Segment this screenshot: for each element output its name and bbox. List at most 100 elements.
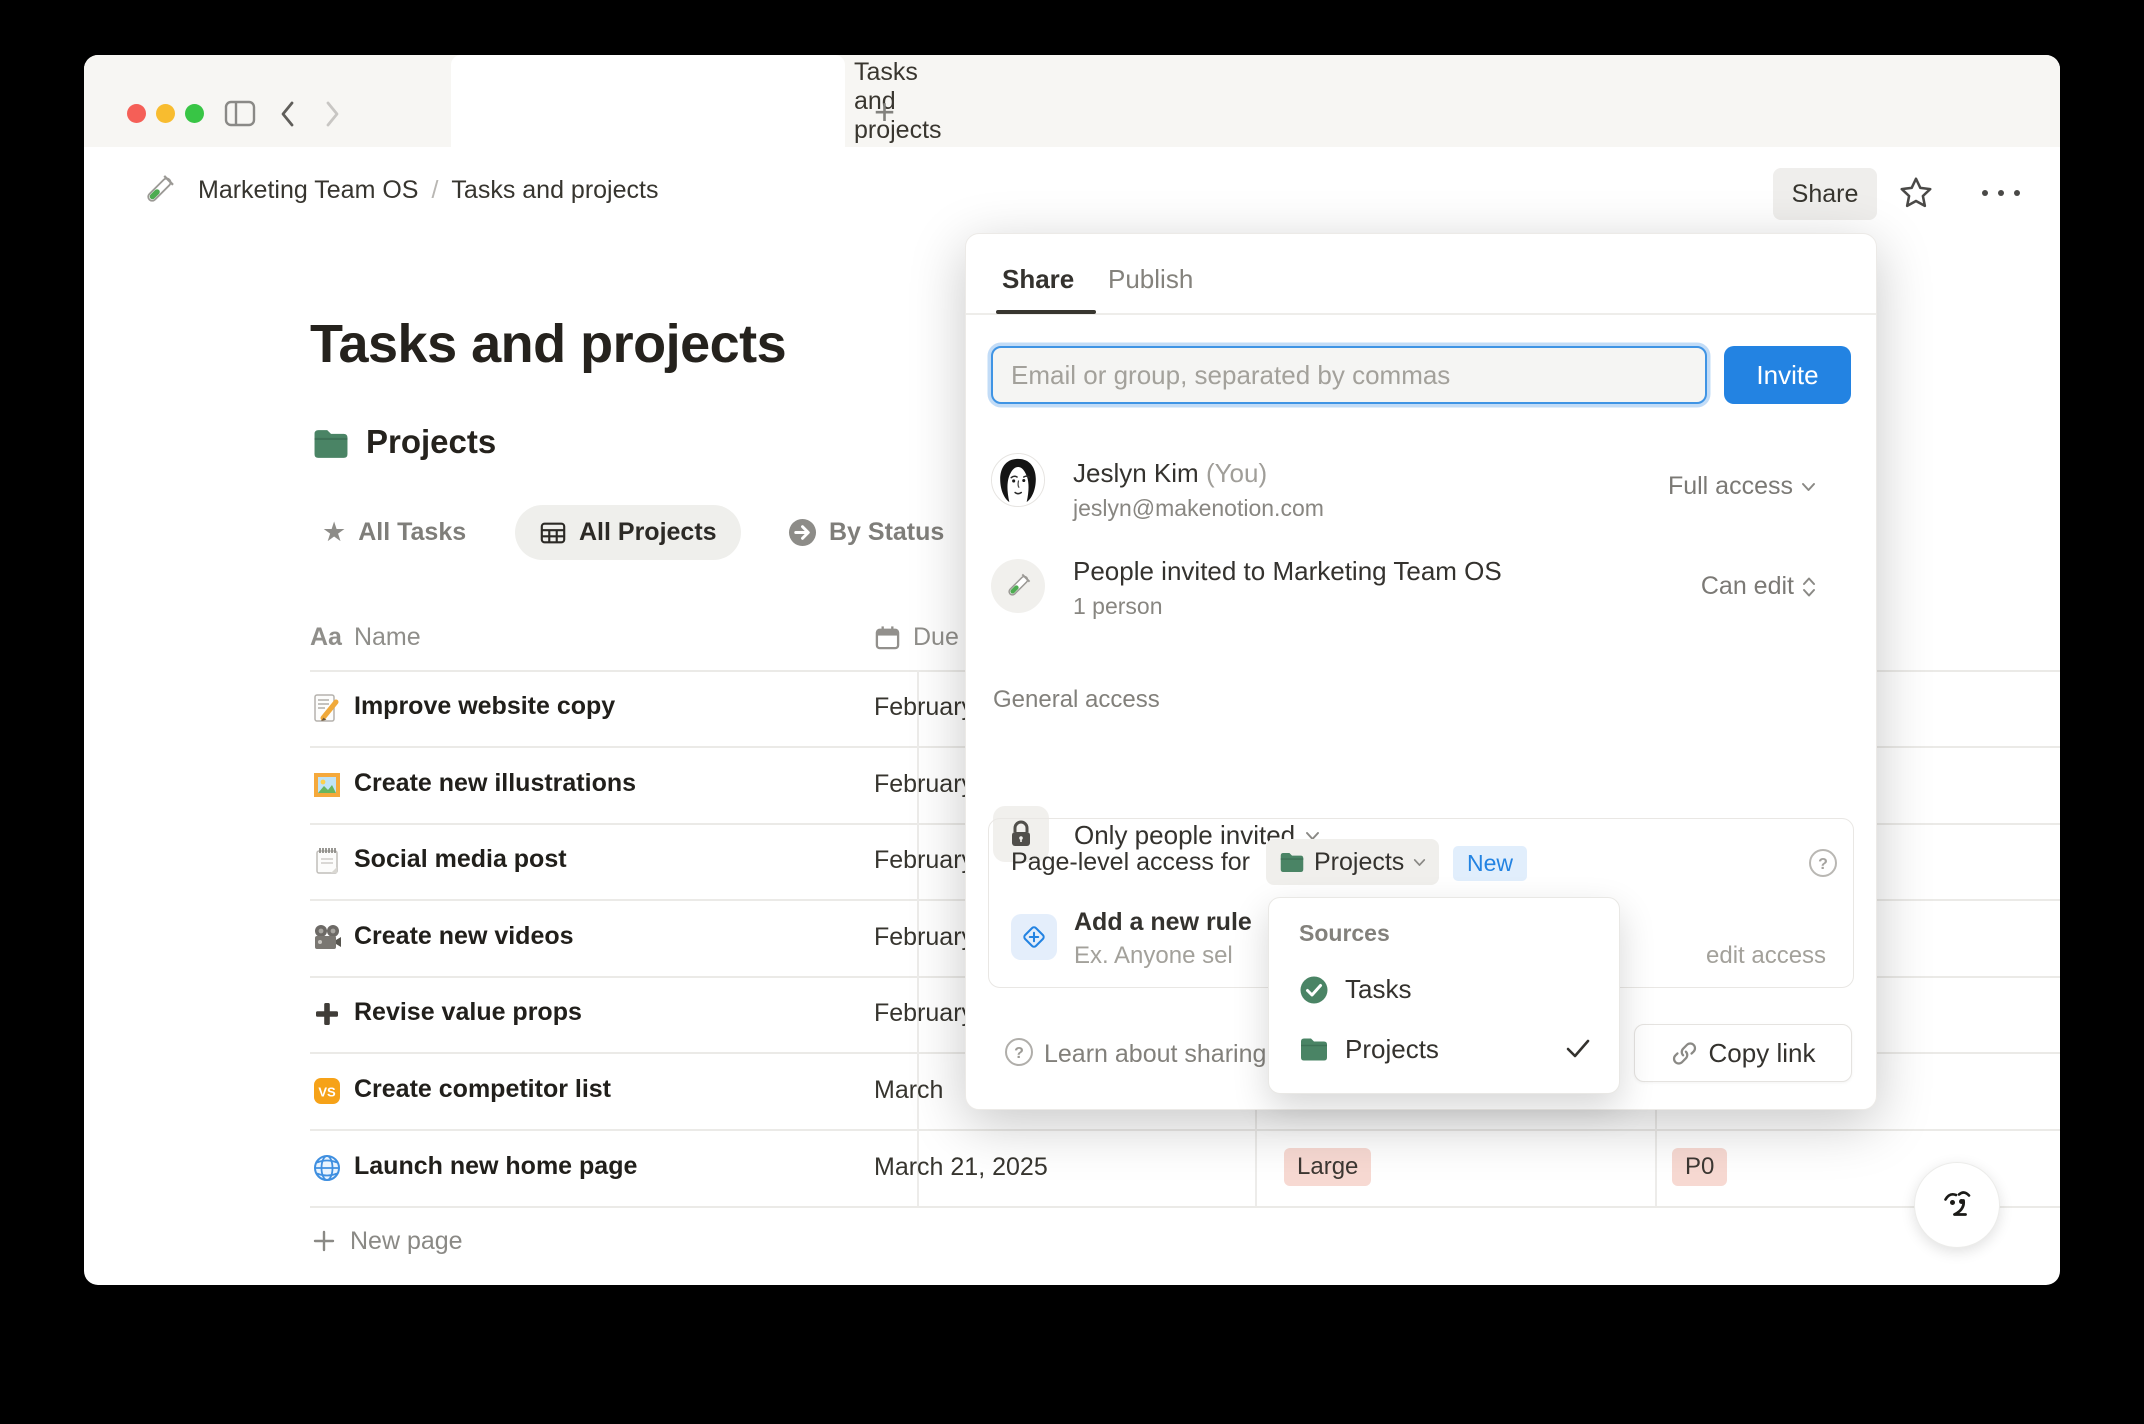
row-title: Create new videos	[354, 922, 574, 950]
breadcrumb-separator: /	[431, 175, 439, 204]
svg-text:?: ?	[1818, 856, 1828, 873]
add-rule-title[interactable]: Add a new rule	[1074, 908, 1252, 937]
row-due-date: February	[874, 770, 975, 798]
link-icon	[1672, 1041, 1696, 1065]
page-title: Tasks and projects	[310, 314, 787, 374]
add-rule-tile	[1011, 914, 1057, 960]
invite-button[interactable]: Invite	[1724, 346, 1851, 404]
tab-publish[interactable]: Publish	[1108, 264, 1193, 295]
minimize-window-button[interactable]	[156, 104, 175, 123]
breadcrumb-workspace[interactable]: Marketing Team OS	[198, 176, 418, 205]
help-icon[interactable]: ?	[1808, 848, 1838, 878]
view-tab-all-tasks[interactable]: ★ All Tasks	[322, 507, 466, 557]
row-due-date: February	[874, 693, 975, 721]
invite-email-field-wrap	[991, 346, 1707, 404]
memo-icon	[314, 694, 339, 722]
general-access-label: General access	[993, 686, 1160, 713]
movie-camera-icon	[315, 925, 341, 949]
row-due-date: February	[874, 999, 975, 1027]
star-icon: ★	[322, 516, 347, 547]
chevrons-up-down-icon	[1803, 577, 1815, 596]
more-options-icon[interactable]	[1982, 190, 2020, 196]
person-email: jeslyn@makenotion.com	[1073, 495, 1324, 521]
row-divider	[310, 1206, 2060, 1208]
notepad-icon	[316, 848, 338, 874]
back-icon[interactable]	[278, 99, 298, 129]
active-tab-underline	[996, 310, 1096, 314]
new-tab-button[interactable]: +	[874, 91, 895, 133]
sources-menu-title: Sources	[1299, 920, 1390, 946]
row-title: Create competitor list	[354, 1075, 612, 1103]
learn-about-sharing-link[interactable]: Learn about sharing	[1044, 1040, 1266, 1069]
view-tab-label: All Projects	[579, 518, 717, 546]
row-title: Revise value props	[354, 998, 582, 1026]
view-tab-by-status[interactable]: By Status	[788, 507, 944, 557]
source-selector-dropdown[interactable]: Projects	[1266, 839, 1440, 885]
copy-link-button[interactable]: Copy link	[1634, 1024, 1852, 1082]
section-title: Projects	[366, 423, 497, 460]
menu-item-tasks[interactable]: Tasks	[1299, 974, 1411, 1005]
size-badge[interactable]: Large	[1284, 1148, 1372, 1186]
tab-share[interactable]: Share	[1002, 264, 1074, 295]
svg-text:VS: VS	[318, 1085, 336, 1100]
arrow-circle-icon	[788, 518, 817, 546]
diamond-plus-icon	[1023, 926, 1045, 948]
globe-icon	[314, 1155, 340, 1181]
column-header-due[interactable]: Due	[874, 615, 959, 659]
folder-icon	[314, 430, 348, 458]
folder-icon	[1280, 852, 1304, 872]
workspace-avatar	[991, 559, 1045, 613]
avatar	[991, 453, 1045, 507]
calendar-icon	[875, 625, 900, 649]
row-due-date: March	[874, 1076, 944, 1104]
svg-text:?: ?	[1014, 1045, 1024, 1062]
column-header-name[interactable]: Aa Name	[310, 615, 421, 659]
person-name-line: Jeslyn Kim (You)	[1073, 458, 1267, 489]
group-count: 1 person	[1073, 593, 1163, 619]
row-due-date: February	[874, 846, 975, 874]
breadcrumb: Marketing Team OS / Tasks and projects	[198, 162, 658, 218]
new-page-button[interactable]: New page	[312, 1215, 463, 1267]
browser-tab[interactable]: Tasks and projects	[451, 55, 942, 147]
zoom-window-button[interactable]	[185, 104, 204, 123]
notion-assistant-button[interactable]	[1914, 1162, 2000, 1248]
heavy-plus-icon	[316, 1003, 338, 1025]
text-type-icon: Aa	[310, 622, 342, 651]
group-access-dropdown[interactable]: Can edit	[1701, 572, 1816, 601]
row-due-date: February	[874, 923, 975, 951]
group-name: People invited to Marketing Team OS	[1073, 556, 1502, 586]
person-access-dropdown[interactable]: Full access	[1668, 472, 1816, 501]
test-tube-icon	[147, 175, 174, 202]
titlebar: Tasks and projects +	[84, 55, 2060, 147]
forward-icon[interactable]	[322, 99, 342, 129]
notion-face-icon	[1944, 1191, 1971, 1216]
framed-picture-icon	[314, 773, 340, 797]
tabs-divider	[966, 313, 1876, 315]
page-level-access-label: Page-level access for	[1011, 848, 1251, 876]
invite-email-input[interactable]	[991, 346, 1707, 404]
favorite-star-icon[interactable]	[1898, 175, 1934, 211]
sidebar-toggle-icon[interactable]	[224, 100, 256, 127]
chevron-down-icon	[1802, 482, 1815, 491]
menu-item-projects[interactable]: Projects	[1299, 1034, 1439, 1065]
table-row[interactable]: Launch new home page March 21, 2025 Larg…	[84, 1129, 2060, 1206]
table-grid-icon	[540, 522, 566, 543]
new-feature-badge: New	[1453, 846, 1528, 881]
row-title: Create new illustrations	[354, 769, 637, 797]
row-title: Social media post	[354, 845, 567, 873]
row-title: Improve website copy	[354, 692, 616, 720]
check-circle-icon	[1300, 976, 1328, 1003]
row-due-date: March 21, 2025	[874, 1153, 1048, 1181]
check-icon	[1566, 1039, 1590, 1058]
close-window-button[interactable]	[127, 104, 146, 123]
help-icon: ?	[1005, 1038, 1033, 1066]
person-name: Jeslyn Kim	[1073, 458, 1199, 488]
screenshot-stage: Tasks and projects + Marketing Team OS /…	[0, 0, 2144, 1424]
row-title: Launch new home page	[354, 1152, 638, 1180]
add-rule-hint-left: Ex. Anyone sel	[1074, 942, 1233, 969]
priority-badge[interactable]: P0	[1672, 1148, 1728, 1186]
breadcrumb-page[interactable]: Tasks and projects	[451, 176, 658, 205]
share-button[interactable]: Share	[1773, 168, 1877, 220]
plus-icon	[313, 1230, 335, 1252]
view-tab-all-projects[interactable]: All Projects	[515, 505, 741, 560]
